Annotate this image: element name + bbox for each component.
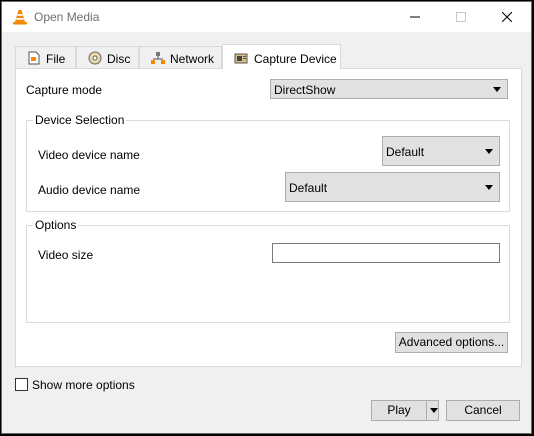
- cancel-button[interactable]: Cancel: [446, 400, 520, 421]
- maximize-button[interactable]: [438, 2, 484, 32]
- maximize-icon: [456, 12, 466, 22]
- video-device-value: Default: [386, 145, 425, 159]
- device-selection-group: Device Selection Video device name Defau…: [26, 113, 510, 212]
- video-size-input[interactable]: [272, 243, 500, 263]
- video-device-select[interactable]: Default: [382, 136, 500, 166]
- chevron-down-icon: [485, 185, 493, 190]
- close-icon: [502, 12, 512, 22]
- close-button[interactable]: [484, 2, 530, 32]
- title-bar[interactable]: Open Media: [2, 2, 531, 32]
- capture-device-panel: Capture mode DirectShow Device Selection…: [15, 68, 522, 367]
- tab-capture-device-label: Capture Device: [254, 52, 337, 66]
- minimize-button[interactable]: [392, 2, 438, 32]
- device-selection-title: Device Selection: [33, 113, 127, 127]
- tab-disc-label: Disc: [107, 52, 131, 66]
- disc-icon: [88, 51, 102, 65]
- show-more-options-label[interactable]: Show more options: [32, 378, 135, 392]
- capture-mode-label: Capture mode: [26, 83, 103, 97]
- audio-device-select[interactable]: Default: [285, 172, 500, 202]
- window-title: Open Media: [34, 10, 100, 24]
- options-group: Options Video size: [26, 218, 510, 323]
- chevron-down-icon: [485, 149, 493, 154]
- tab-network-label: Network: [170, 52, 215, 66]
- chevron-down-icon: [493, 87, 501, 92]
- options-title: Options: [33, 218, 79, 232]
- tab-file[interactable]: File: [15, 46, 76, 68]
- capture-mode-select[interactable]: DirectShow: [270, 79, 508, 99]
- file-icon: [27, 51, 41, 65]
- video-device-label: Video device name: [38, 148, 140, 162]
- network-icon: [151, 51, 165, 65]
- video-size-label: Video size: [38, 248, 94, 262]
- audio-device-label: Audio device name: [38, 183, 141, 197]
- tab-disc[interactable]: Disc: [76, 46, 139, 68]
- minimize-icon: [410, 16, 420, 18]
- tab-file-label: File: [46, 52, 66, 66]
- capture-device-icon: [234, 51, 248, 65]
- advanced-options-button[interactable]: Advanced options...: [395, 332, 508, 353]
- play-split-button: Play: [371, 400, 439, 421]
- tab-network[interactable]: Network: [139, 46, 222, 68]
- open-media-dialog: Open Media File Disc Network Capture Dev…: [1, 1, 532, 434]
- vlc-cone-icon: [12, 9, 28, 25]
- play-dropdown-arrow-icon[interactable]: [430, 408, 438, 413]
- capture-mode-value: DirectShow: [274, 83, 336, 97]
- play-button[interactable]: Play: [372, 401, 426, 420]
- show-more-options-checkbox[interactable]: [15, 378, 28, 391]
- split-divider: [426, 401, 427, 420]
- tab-capture-device[interactable]: Capture Device: [222, 44, 341, 69]
- audio-device-value: Default: [289, 181, 328, 195]
